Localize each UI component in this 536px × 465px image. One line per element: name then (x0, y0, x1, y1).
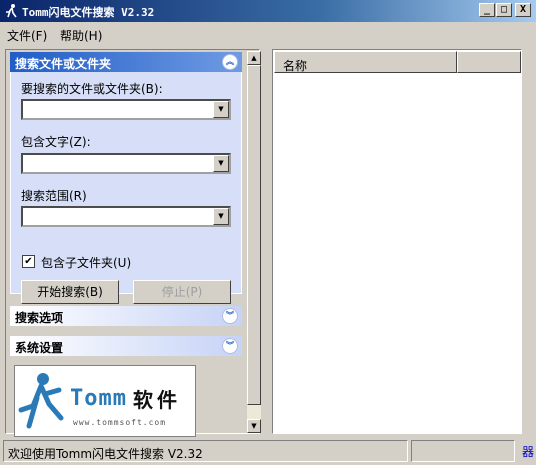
status-message-panel: 欢迎使用Tomm闪电文件搜索 V2.32 (3, 440, 408, 462)
status-corner-icon: 器 (522, 445, 535, 459)
stop-button[interactable]: 停止(P) (133, 280, 231, 304)
scroll-thumb[interactable] (247, 65, 261, 405)
file-name-combobox[interactable]: ▼ (21, 99, 231, 120)
main-window: Tomm闪电文件搜索 V2.32 _ □ X 文件(F) 帮助(H) 搜索文件或… (0, 0, 536, 465)
column-header-extra[interactable] (457, 51, 521, 73)
search-group-header[interactable]: 搜索文件或文件夹 ︽ (10, 52, 242, 72)
search-options-header[interactable]: 搜索选项 ︾ (10, 306, 242, 326)
logo-suffix: 软件 (133, 388, 181, 412)
title-bar[interactable]: Tomm闪电文件搜索 V2.32 _ □ X (0, 0, 536, 22)
scope-combobox[interactable]: ▼ (21, 206, 231, 227)
expand-chevron-icon[interactable]: ︾ (222, 308, 238, 324)
search-group-title: 搜索文件或文件夹 (15, 57, 112, 71)
scroll-up-arrow-icon[interactable]: ▲ (247, 51, 261, 65)
app-runner-icon (6, 4, 17, 18)
search-options-group: 搜索选项 ︾ (10, 306, 242, 326)
status-right-panel (411, 440, 515, 462)
menu-bar: 文件(F) 帮助(H) (0, 24, 536, 44)
status-message: 欢迎使用Tomm闪电文件搜索 V2.32 (8, 447, 203, 461)
start-search-button[interactable]: 开始搜索(B) (21, 280, 119, 304)
menu-file[interactable]: 文件(F) (7, 27, 47, 44)
maximize-button[interactable]: □ (496, 3, 512, 17)
results-list[interactable]: 名称 (272, 49, 522, 434)
dropdown-arrow-icon[interactable]: ▼ (213, 155, 229, 172)
column-header-name[interactable]: 名称 (274, 51, 457, 73)
status-bar: 欢迎使用Tomm闪电文件搜索 V2.32 器 (0, 437, 536, 465)
close-button[interactable]: X (515, 3, 531, 17)
dropdown-arrow-icon[interactable]: ▼ (213, 101, 229, 118)
tomm-logo: Tomm 软件 www.tommsoft.com (14, 365, 196, 437)
left-panel: 搜索文件或文件夹 ︽ 要搜索的文件或文件夹(B): ▼ 包含文字(Z): ▼ 搜… (5, 49, 261, 437)
collapse-chevron-icon[interactable]: ︽ (222, 54, 238, 70)
logo-brand: Tomm (70, 386, 127, 411)
include-subfolders-label[interactable]: 包含子文件夹(U) (41, 254, 131, 271)
search-group: 搜索文件或文件夹 ︽ 要搜索的文件或文件夹(B): ▼ 包含文字(Z): ▼ 搜… (10, 52, 242, 304)
expand-chevron-icon[interactable]: ︾ (222, 338, 238, 354)
scope-label: 搜索范围(R) (21, 189, 87, 203)
system-settings-title: 系统设置 (15, 341, 64, 355)
contains-text-label: 包含文字(Z): (21, 135, 91, 149)
logo-url: www.tommsoft.com (73, 418, 167, 427)
search-options-title: 搜索选项 (15, 311, 64, 325)
window-title: Tomm闪电文件搜索 V2.32 (22, 6, 155, 19)
system-settings-group: 系统设置 ︾ (10, 336, 242, 356)
left-panel-scrollbar[interactable]: ▲ ▼ (247, 51, 261, 433)
file-name-label: 要搜索的文件或文件夹(B): (21, 82, 163, 96)
contains-text-combobox[interactable]: ▼ (21, 153, 231, 174)
dropdown-arrow-icon[interactable]: ▼ (213, 208, 229, 225)
system-settings-header[interactable]: 系统设置 ︾ (10, 336, 242, 356)
scroll-down-arrow-icon[interactable]: ▼ (247, 419, 261, 433)
include-subfolders-checkbox[interactable]: ✔ (22, 255, 35, 268)
minimize-button[interactable]: _ (479, 3, 495, 17)
search-group-body: 要搜索的文件或文件夹(B): ▼ 包含文字(Z): ▼ 搜索范围(R) ▼ ✔ … (10, 72, 242, 304)
menu-help[interactable]: 帮助(H) (60, 27, 102, 44)
